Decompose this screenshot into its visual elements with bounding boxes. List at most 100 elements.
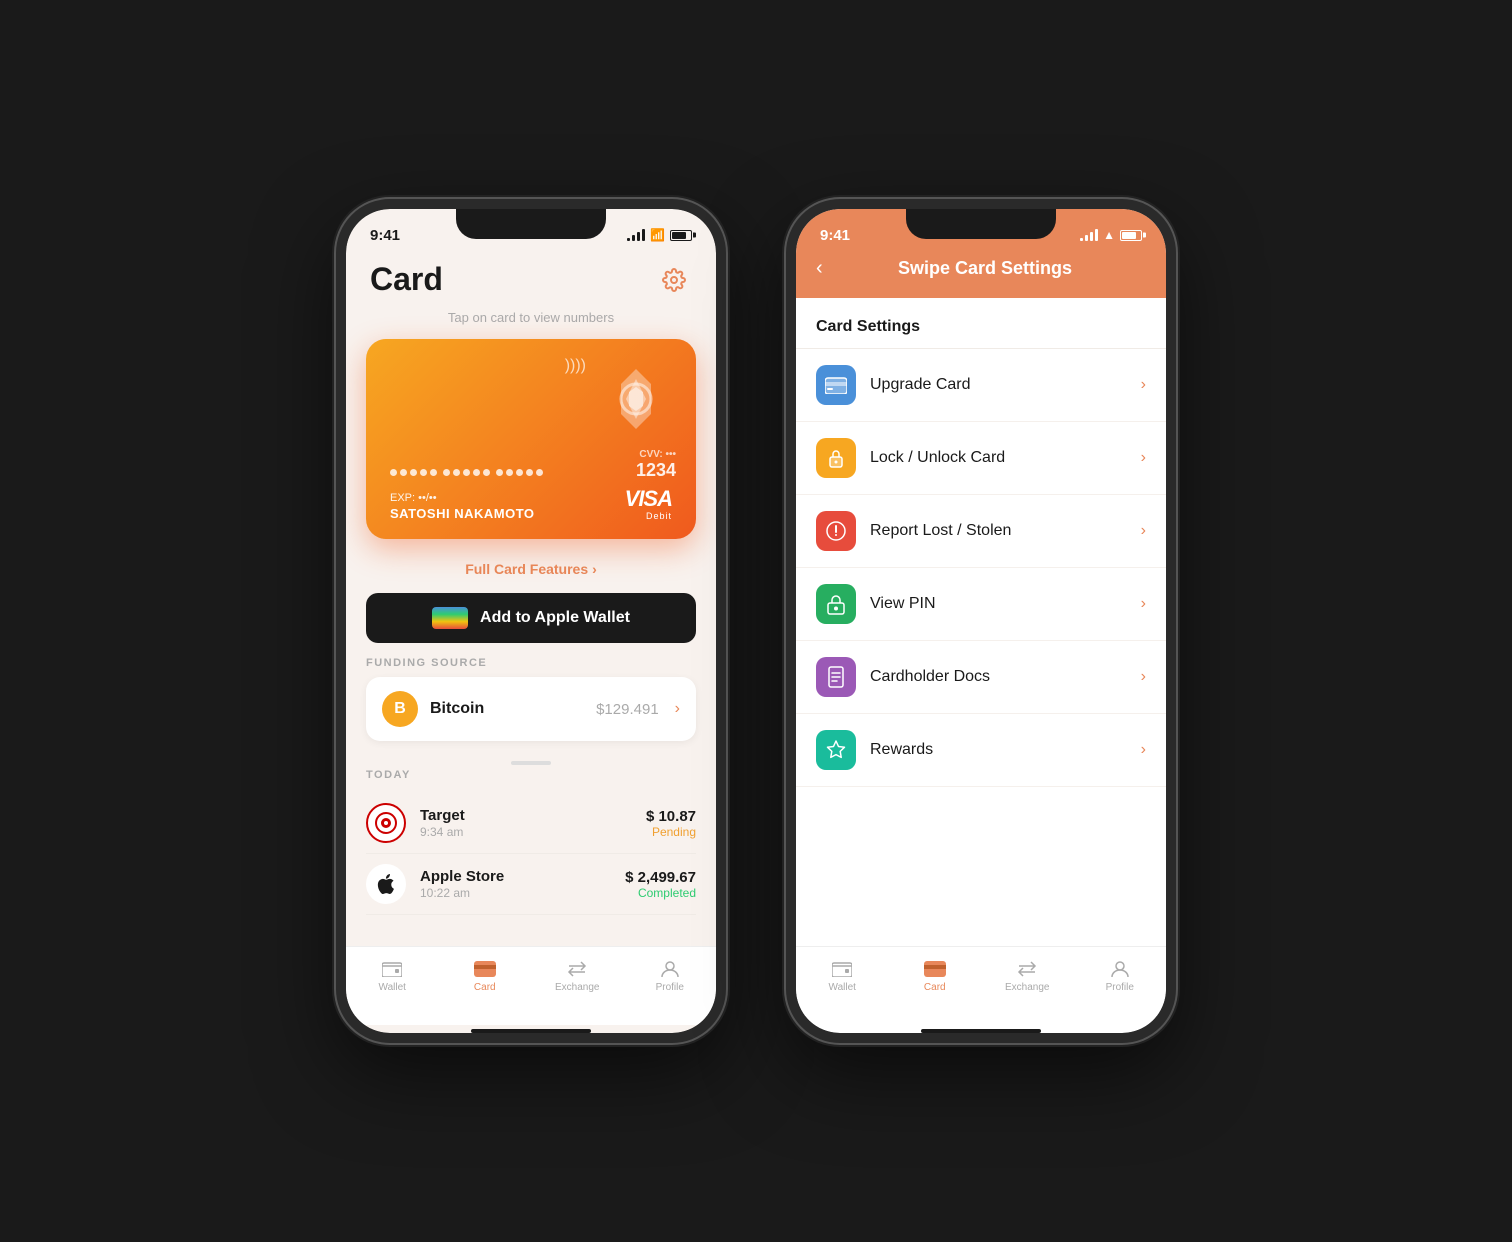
transaction-row-target[interactable]: Target 9:34 am $ 10.87 Pending xyxy=(366,793,696,854)
apple-store-icon xyxy=(366,864,406,904)
bitcoin-icon: B xyxy=(382,691,418,727)
status-icons-right: ▲ xyxy=(1080,228,1142,242)
funding-source-section: FUNDING SOURCE B Bitcoin $129.491 › xyxy=(346,657,716,753)
rewards-icon xyxy=(816,730,856,770)
settings-item-upgrade-card[interactable]: Upgrade Card › xyxy=(796,349,1166,422)
settings-item-view-pin[interactable]: View PIN › xyxy=(796,568,1166,641)
cardholder-name: SATOSHI NAKAMOTO xyxy=(390,506,535,521)
transaction-row-apple[interactable]: Apple Store 10:22 am $ 2,499.67 Complete… xyxy=(366,854,696,915)
target-txn-info: Target 9:34 am xyxy=(420,807,632,839)
wallet-stripe-icon xyxy=(432,607,468,629)
report-lost-chevron: › xyxy=(1141,522,1146,540)
apple-txn-right: $ 2,499.67 Completed xyxy=(625,869,696,900)
apple-wallet-button[interactable]: Add to Apple Wallet xyxy=(366,593,696,643)
settings-item-cardholder-docs[interactable]: Cardholder Docs › xyxy=(796,641,1166,714)
tap-hint: Tap on card to view numbers xyxy=(346,310,716,325)
card-settings-section-title: Card Settings xyxy=(796,298,1166,349)
bottom-nav-left: Wallet Card Exchange Profile xyxy=(346,946,716,1025)
lock-card-icon xyxy=(816,438,856,478)
card-page-title: Card xyxy=(370,261,443,298)
report-lost-label: Report Lost / Stolen xyxy=(870,522,1127,540)
credit-card-wrapper[interactable]: )))) CVV: ••• 1234 xyxy=(346,339,716,539)
bottom-nav-right: Wallet Card Exchange Profile xyxy=(796,946,1166,1025)
home-indicator-right xyxy=(921,1029,1041,1033)
wifi-icon: 📶 xyxy=(650,228,665,242)
status-icons-left: 📶 xyxy=(627,228,692,242)
nav-profile-left[interactable]: Profile xyxy=(624,955,717,997)
scroll-indicator xyxy=(346,753,716,769)
nav-profile-right[interactable]: Profile xyxy=(1074,955,1167,997)
lock-card-label: Lock / Unlock Card xyxy=(870,449,1127,467)
card-nav-label-right: Card xyxy=(924,982,946,993)
funding-row[interactable]: B Bitcoin $129.491 › xyxy=(366,677,696,741)
home-indicator-left xyxy=(471,1029,591,1033)
rewards-chevron: › xyxy=(1141,741,1146,759)
cardholder-docs-icon xyxy=(816,657,856,697)
funding-section-label: FUNDING SOURCE xyxy=(366,657,696,669)
exchange-nav-label-right: Exchange xyxy=(1005,982,1049,993)
settings-screen-title: Swipe Card Settings xyxy=(852,258,1118,279)
profile-nav-icon-right xyxy=(1108,959,1132,979)
view-pin-icon xyxy=(816,584,856,624)
card-header: Card xyxy=(346,253,716,310)
settings-item-rewards[interactable]: Rewards › xyxy=(796,714,1166,787)
full-card-features-section: Full Card Features › xyxy=(346,555,716,589)
contactless-icon: )))) xyxy=(565,357,586,375)
card-expiry: EXP: ••/•• xyxy=(390,492,535,504)
exchange-nav-label-left: Exchange xyxy=(555,982,599,993)
target-txn-right: $ 10.87 Pending xyxy=(646,808,696,839)
status-time-left: 9:41 xyxy=(370,227,400,244)
nav-wallet-right[interactable]: Wallet xyxy=(796,955,889,997)
full-card-features-link[interactable]: Full Card Features › xyxy=(465,561,597,577)
notch-right xyxy=(906,209,1056,239)
card-brand-logo xyxy=(596,359,676,439)
wallet-nav-label-right: Wallet xyxy=(829,982,856,993)
wallet-nav-icon xyxy=(380,959,404,979)
nav-exchange-left[interactable]: Exchange xyxy=(531,955,624,997)
wallet-nav-icon-right xyxy=(830,959,854,979)
nav-wallet-left[interactable]: Wallet xyxy=(346,955,439,997)
card-nav-icon xyxy=(473,959,497,979)
chevron-right-icon: › xyxy=(592,561,597,577)
profile-nav-icon-left xyxy=(658,959,682,979)
card-screen-content: Card Tap on card to view numbers xyxy=(346,253,716,946)
visa-logo: VISA Debit xyxy=(625,488,672,521)
status-time-right: 9:41 xyxy=(820,227,850,244)
today-label: TODAY xyxy=(366,769,696,781)
left-phone: 9:41 📶 Card xyxy=(336,199,726,1043)
completed-status: Completed xyxy=(625,886,696,900)
nav-card-right[interactable]: Card xyxy=(889,955,982,997)
apple-txn-info: Apple Store 10:22 am xyxy=(420,868,611,900)
funding-name: Bitcoin xyxy=(430,700,584,718)
settings-header: ‹ Swipe Card Settings xyxy=(796,253,1166,298)
view-pin-chevron: › xyxy=(1141,595,1146,613)
credit-card[interactable]: )))) CVV: ••• 1234 xyxy=(366,339,696,539)
upgrade-card-chevron: › xyxy=(1141,376,1146,394)
card-number-dots xyxy=(390,469,543,476)
exchange-nav-icon-right xyxy=(1015,959,1039,979)
battery-icon-right xyxy=(1120,230,1142,241)
card-cvv: CVV: ••• 1234 xyxy=(636,449,676,481)
settings-button[interactable] xyxy=(656,262,692,298)
view-pin-label: View PIN xyxy=(870,595,1127,613)
battery-icon xyxy=(670,230,692,241)
wallet-nav-label-left: Wallet xyxy=(379,982,406,993)
settings-item-report-lost[interactable]: Report Lost / Stolen › xyxy=(796,495,1166,568)
target-store-icon xyxy=(366,803,406,843)
profile-nav-label-left: Profile xyxy=(656,982,684,993)
nav-card-left[interactable]: Card xyxy=(439,955,532,997)
signal-bars-right xyxy=(1080,229,1098,241)
card-bottom-row: EXP: ••/•• SATOSHI NAKAMOTO VISA Debit xyxy=(390,488,672,521)
cardholder-docs-chevron: › xyxy=(1141,668,1146,686)
cardholder-docs-label: Cardholder Docs xyxy=(870,668,1127,686)
profile-nav-label-right: Profile xyxy=(1106,982,1134,993)
wifi-icon-right: ▲ xyxy=(1103,228,1115,242)
nav-exchange-right[interactable]: Exchange xyxy=(981,955,1074,997)
card-nav-label-left: Card xyxy=(474,982,496,993)
upgrade-card-icon xyxy=(816,365,856,405)
report-lost-icon xyxy=(816,511,856,551)
lock-card-chevron: › xyxy=(1141,449,1146,467)
back-button[interactable]: ‹ xyxy=(812,253,844,284)
right-phone: 9:41 ▲ ‹ Swipe Card Settings Card Set xyxy=(786,199,1176,1043)
settings-item-lock-card[interactable]: Lock / Unlock Card › xyxy=(796,422,1166,495)
